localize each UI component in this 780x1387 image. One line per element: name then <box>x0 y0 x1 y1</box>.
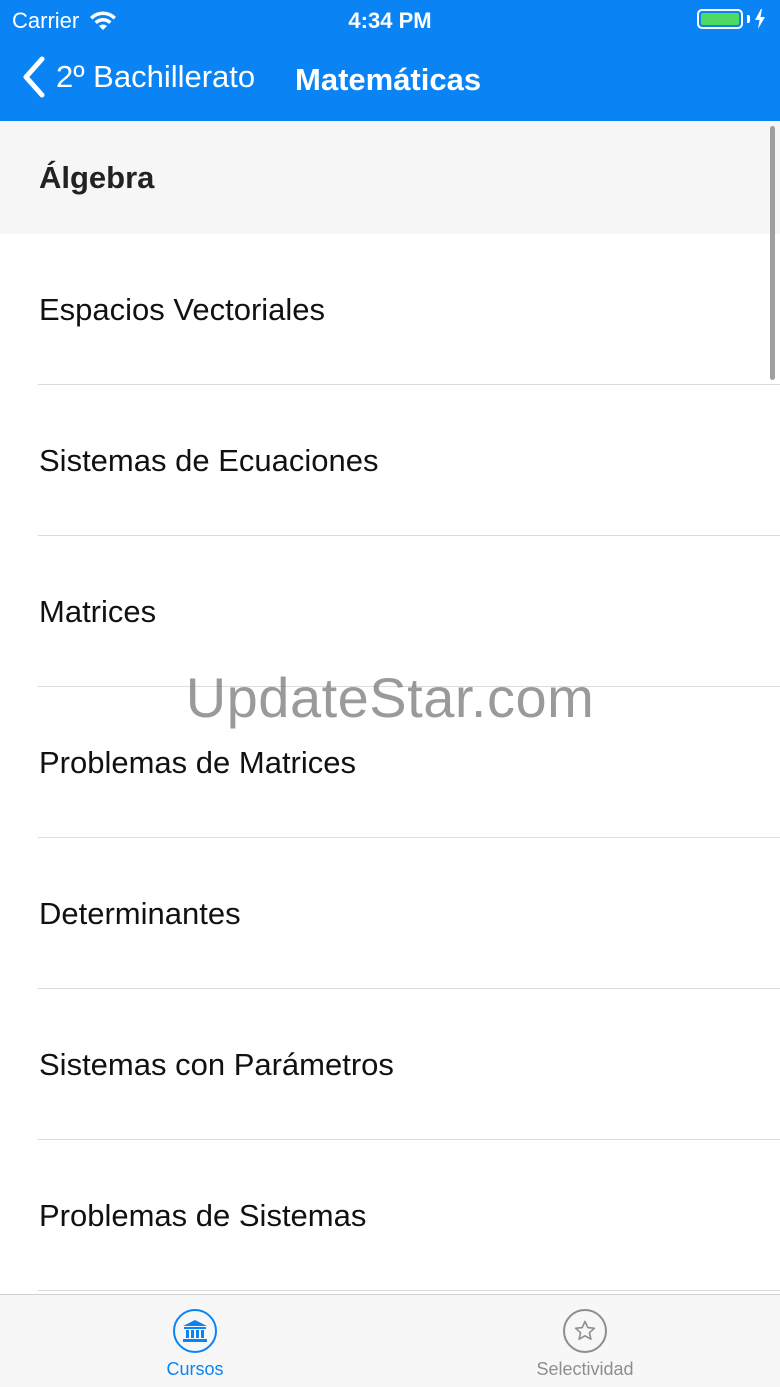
tab-selectividad[interactable]: Selectividad <box>390 1295 780 1387</box>
list-item-label: Sistemas de Ecuaciones <box>39 442 379 478</box>
list-item-label: Problemas de Sistemas <box>39 1197 367 1233</box>
list-item-matrices[interactable]: Matrices <box>0 536 780 687</box>
list-item-problemas-de-sistemas[interactable]: Problemas de Sistemas <box>0 1140 780 1291</box>
charging-bolt-icon <box>755 9 765 29</box>
list-item-label: Determinantes <box>39 895 241 931</box>
section-header: Álgebra <box>0 121 780 234</box>
scrollbar[interactable] <box>770 126 775 380</box>
tab-cursos[interactable]: Cursos <box>0 1295 390 1387</box>
list-item-sistemas-de-ecuaciones[interactable]: Sistemas de Ecuaciones <box>0 385 780 536</box>
tab-label: Cursos <box>166 1359 224 1379</box>
top-bar: Carrier 4:34 PM 2º Bachillerato Matemáti… <box>0 0 780 121</box>
list-item-label: Problemas de Matrices <box>39 744 357 780</box>
page-title: Matemáticas <box>295 62 482 97</box>
list-item-sistemas-con-parametros[interactable]: Sistemas con Parámetros <box>0 989 780 1140</box>
navigation-bar: 2º Bachillerato Matemáticas <box>0 48 780 112</box>
status-bar: Carrier 4:34 PM <box>0 0 780 40</box>
list-item-espacios-vectoriales[interactable]: Espacios Vectoriales <box>0 234 780 385</box>
list-item-determinantes[interactable]: Determinantes <box>0 838 780 989</box>
list-item-label: Sistemas con Parámetros <box>39 1046 394 1082</box>
list-item-problemas-de-matrices[interactable]: Problemas de Matrices <box>0 687 780 838</box>
back-button-label: 2º Bachillerato <box>56 59 256 94</box>
battery-tip <box>747 15 750 23</box>
tab-bar: Cursos Selectividad <box>0 1294 780 1387</box>
battery-level <box>701 13 739 25</box>
topics-list[interactable]: Álgebra Espacios Vectoriales Sistemas de… <box>0 121 780 1294</box>
list-item-label: Matrices <box>39 593 157 629</box>
star-icon <box>563 1309 607 1353</box>
clock: 4:34 PM <box>348 8 432 33</box>
list-item-label: Espacios Vectoriales <box>39 291 326 327</box>
bank-icon <box>173 1309 217 1353</box>
battery-icon <box>697 9 743 29</box>
tab-label: Selectividad <box>536 1359 634 1379</box>
battery-indicator <box>697 9 766 29</box>
chevron-left-icon <box>23 56 45 98</box>
back-button[interactable]: 2º Bachillerato <box>22 56 255 98</box>
section-header-label: Álgebra <box>39 159 155 195</box>
